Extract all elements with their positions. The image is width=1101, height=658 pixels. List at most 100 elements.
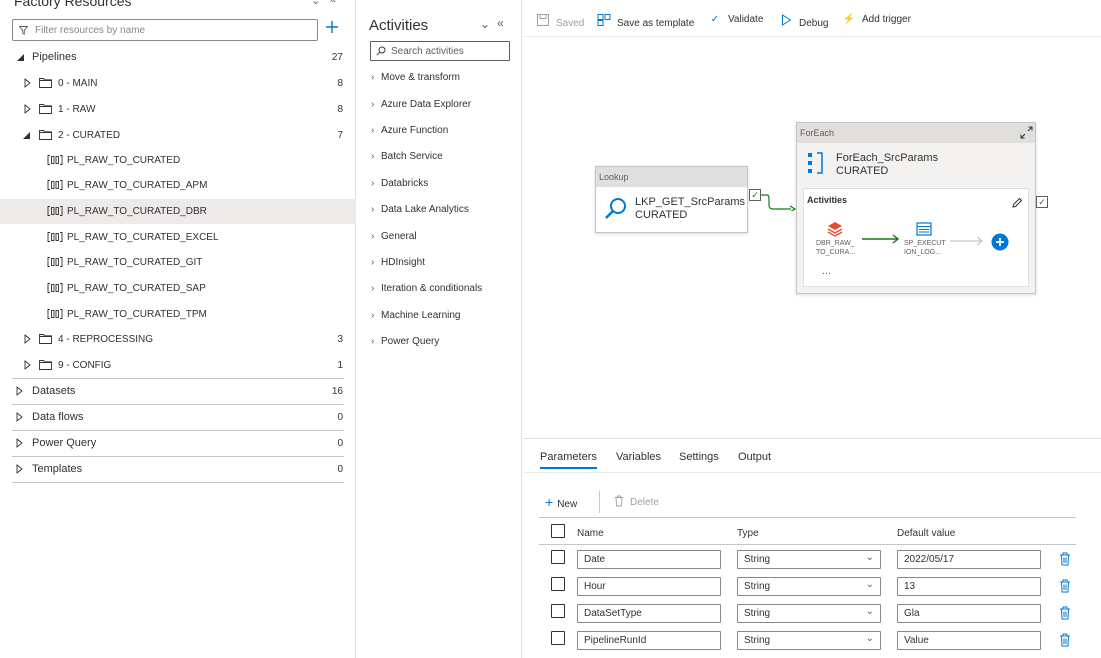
new-parameter-button[interactable]: + New (545, 494, 577, 510)
activity-category[interactable]: › Azure Data Explorer (371, 99, 471, 115)
add-activity-icon[interactable] (991, 233, 1009, 251)
activity-category[interactable]: › Batch Service (371, 151, 443, 167)
select-all-checkbox[interactable] (551, 524, 565, 538)
collapse-all-icon[interactable]: ⌄ (480, 17, 490, 31)
param-type-select[interactable]: String ⌄ (737, 604, 881, 623)
type-value: String (744, 608, 771, 619)
inner-activity-label: TO_CURA... (816, 249, 856, 256)
lookup-activity-node[interactable]: Lookup LKP_GET_SrcParams CURATED (595, 166, 748, 233)
more-icon[interactable]: ... (822, 265, 831, 277)
row-checkbox[interactable] (551, 631, 565, 645)
activity-category[interactable]: › Databricks (371, 178, 428, 194)
caret-collapsed-icon[interactable] (14, 385, 24, 397)
collapse-all-icon[interactable]: ⌄ (311, 0, 320, 7)
tree-folder-raw[interactable]: 1 - RAW 8 (0, 97, 356, 122)
tree-folder-config[interactable]: 9 - CONFIG 1 (0, 353, 356, 378)
activity-category[interactable]: › Power Query (371, 336, 439, 352)
saved-button[interactable]: Saved (536, 14, 584, 30)
param-name-input[interactable]: Hour (577, 577, 721, 596)
param-type-select[interactable]: String ⌄ (737, 631, 881, 650)
tree-power-query[interactable]: Power Query 0 (0, 431, 356, 456)
trash-icon[interactable] (1059, 606, 1071, 620)
trash-icon[interactable] (1059, 633, 1071, 647)
param-type-select[interactable]: String ⌄ (737, 550, 881, 569)
pipeline-item[interactable]: PL_RAW_TO_CURATED (0, 148, 356, 173)
trash-icon[interactable] (1059, 552, 1071, 566)
activities-title: Activities (369, 17, 429, 34)
pipeline-item[interactable]: PL_RAW_TO_CURATED_GIT (0, 250, 356, 275)
pipeline-item-selected[interactable]: PL_RAW_TO_CURATED_DBR (0, 199, 356, 224)
activity-category[interactable]: › General (371, 231, 417, 247)
activity-category[interactable]: › Azure Function (371, 125, 448, 141)
tree-folder-curated[interactable]: 2 - CURATED 7 (0, 123, 356, 148)
tree-templates[interactable]: Templates 0 (0, 457, 356, 482)
success-output-checkbox[interactable]: ✓ (749, 189, 761, 201)
param-type-select[interactable]: String ⌄ (737, 577, 881, 596)
debug-button[interactable]: Debug (779, 14, 828, 30)
search-activities-field[interactable] (370, 41, 510, 61)
pipeline-item[interactable]: PL_RAW_TO_CURATED_SAP (0, 276, 356, 301)
edit-pencil-icon[interactable] (1011, 197, 1023, 209)
param-default-input[interactable]: 13 (897, 577, 1041, 596)
param-default-input[interactable]: Gla (897, 604, 1041, 623)
caret-collapsed-icon[interactable] (22, 333, 32, 345)
success-output-checkbox[interactable]: ✓ (1036, 196, 1048, 208)
add-resource-icon[interactable] (325, 20, 339, 34)
save-as-template-button[interactable]: Save as template (597, 14, 694, 30)
expand-collapse-icon[interactable] (1020, 126, 1033, 139)
tree-count: 3 (337, 334, 343, 345)
tree-datasets[interactable]: Datasets 16 (0, 379, 356, 404)
caret-collapsed-icon[interactable] (22, 103, 32, 115)
pipeline-item[interactable]: PL_RAW_TO_CURATED_APM (0, 173, 356, 198)
pipeline-item[interactable]: PL_RAW_TO_CURATED_TPM (0, 302, 356, 327)
row-checkbox[interactable] (551, 550, 565, 564)
tree-label: 2 - CURATED (58, 130, 121, 141)
param-name-input[interactable]: DataSetType (577, 604, 721, 623)
collapse-panel-icon[interactable]: « (497, 16, 504, 30)
caret-collapsed-icon[interactable] (14, 463, 24, 475)
row-checkbox[interactable] (551, 604, 565, 618)
delete-parameter-button[interactable]: Delete (614, 495, 659, 508)
pipeline-label: PL_RAW_TO_CURATED_DBR (67, 206, 207, 217)
search-activities-input[interactable] (389, 44, 507, 58)
inner-activities-container[interactable]: Activities DBR_RAW_ TO_CURA... SP_EXECUT… (803, 188, 1029, 287)
foreach-activity-node[interactable]: ForEach ForEach_SrcParams CURATED Activi… (796, 122, 1036, 294)
filter-input[interactable] (33, 22, 313, 38)
caret-collapsed-icon[interactable] (22, 359, 32, 371)
chevron-right-icon: › (371, 283, 375, 294)
tab-settings[interactable]: Settings (679, 451, 719, 463)
factory-resources-panel: Factory Resources ⌄ « Pipelines 27 0 - M… (0, 0, 356, 658)
tree-pipelines[interactable]: Pipelines 27 (0, 45, 356, 70)
tree-data-flows[interactable]: Data flows 0 (0, 405, 356, 430)
pipeline-label: PL_RAW_TO_CURATED_EXCEL (67, 232, 219, 243)
caret-collapsed-icon[interactable] (14, 437, 24, 449)
saved-label: Saved (556, 18, 585, 29)
trash-icon[interactable] (1059, 579, 1071, 593)
add-trigger-button[interactable]: ⚡ Add trigger (842, 14, 911, 30)
validate-button[interactable]: ✓ Validate (708, 14, 764, 30)
activity-category[interactable]: › Move & transform (371, 72, 460, 88)
activity-category[interactable]: › Machine Learning (371, 310, 461, 326)
minimize-panel-icon[interactable]: « (330, 0, 336, 6)
pipeline-item[interactable]: PL_RAW_TO_CURATED_EXCEL (0, 225, 356, 250)
caret-collapsed-icon[interactable] (14, 411, 24, 423)
tree-folder-reprocessing[interactable]: 4 - REPROCESSING 3 (0, 327, 356, 352)
tree-folder-main[interactable]: 0 - MAIN 8 (0, 71, 356, 96)
tab-variables[interactable]: Variables (616, 451, 661, 463)
param-name-input[interactable]: Date (577, 550, 721, 569)
caret-expanded-icon[interactable] (16, 51, 26, 63)
activity-category[interactable]: › HDInsight (371, 257, 425, 273)
filter-resources-field[interactable] (12, 19, 318, 41)
tab-output[interactable]: Output (738, 451, 771, 463)
row-checkbox[interactable] (551, 577, 565, 591)
param-name-input[interactable]: PipelineRunId (577, 631, 721, 650)
success-connector-arrow (761, 194, 797, 211)
caret-collapsed-icon[interactable] (22, 77, 32, 89)
tab-parameters[interactable]: Parameters (540, 451, 597, 469)
pipeline-canvas[interactable]: Lookup LKP_GET_SrcParams CURATED ✓ ForEa… (523, 38, 1101, 438)
activity-category[interactable]: › Data Lake Analytics (371, 204, 469, 220)
param-default-input[interactable]: 2022/05/17 (897, 550, 1041, 569)
param-default-input[interactable]: Value (897, 631, 1041, 650)
caret-expanded-icon[interactable] (22, 129, 32, 141)
activity-category[interactable]: › Iteration & conditionals (371, 283, 482, 299)
